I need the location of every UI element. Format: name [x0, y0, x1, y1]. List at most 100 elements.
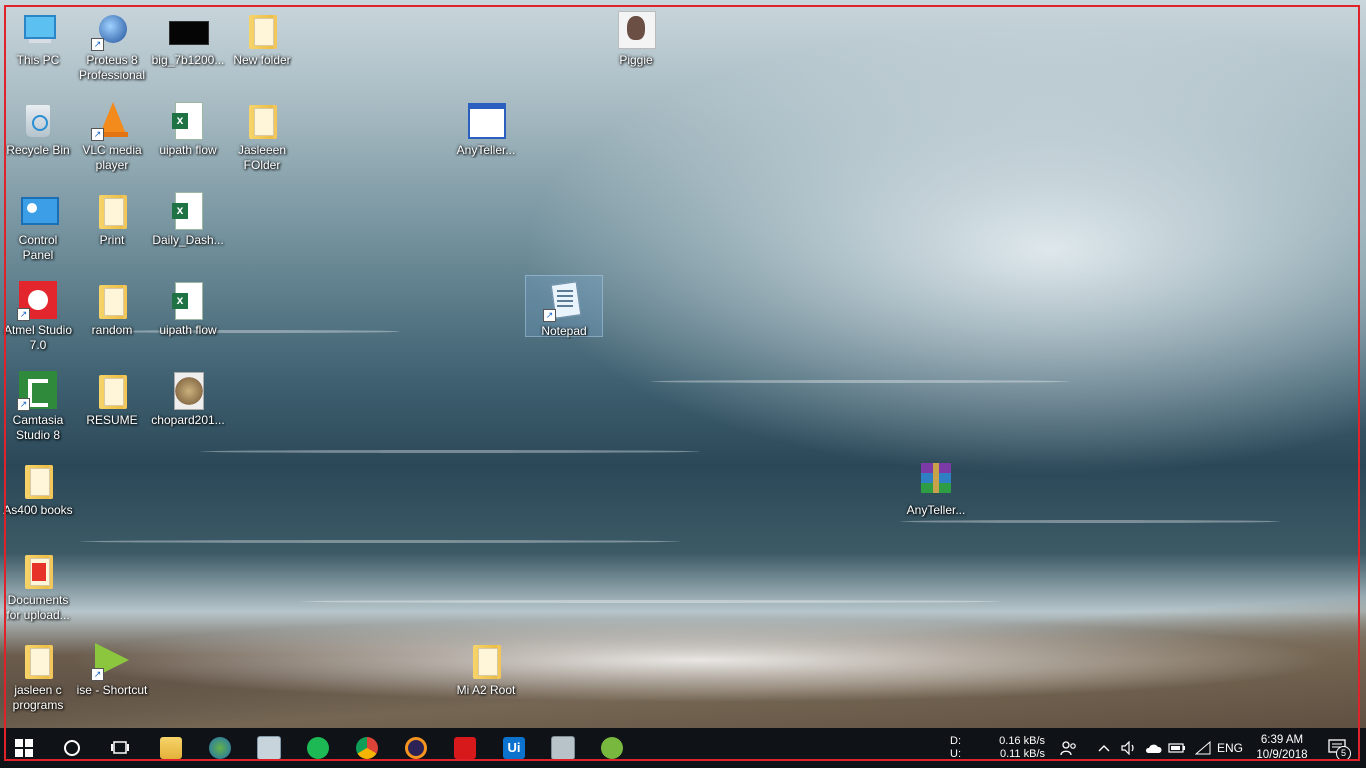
acrobat-button[interactable]	[441, 728, 489, 768]
winrar-archive-icon	[915, 459, 957, 501]
cortana-button[interactable]	[48, 728, 96, 768]
jasleen-c-programs-folder[interactable]: jasleen c programs	[0, 635, 76, 713]
utorrent-icon	[601, 737, 623, 759]
pdf-folder-icon	[17, 549, 59, 591]
network-app-button[interactable]	[539, 728, 587, 768]
documents-for-upload-folder[interactable]: Documents for upload...	[0, 545, 76, 623]
resume-folder[interactable]: RESUME	[74, 365, 150, 428]
utorrent-button[interactable]	[588, 728, 636, 768]
piggie-image-icon[interactable]: Piggie	[598, 5, 674, 68]
uipath-flow-excel-icon[interactable]: uipath flow	[150, 95, 226, 158]
csv-icon	[167, 279, 209, 321]
network-app-icon	[551, 736, 575, 760]
ise-chevron-icon: ↗	[91, 639, 133, 681]
excel-icon	[167, 99, 209, 141]
atmel-ladybug-icon: ↗	[17, 279, 59, 321]
atmel-studio-icon[interactable]: ↗ Atmel Studio 7.0	[0, 275, 76, 353]
show-hidden-icons-button[interactable]	[1094, 728, 1114, 768]
folder-icon	[17, 459, 59, 501]
monitor-app-icon	[257, 736, 281, 760]
chopard-image-icon[interactable]: chopard201...	[150, 365, 226, 428]
folder-icon	[91, 189, 133, 231]
people-button[interactable]	[1057, 728, 1081, 768]
notification-count-badge: 5	[1336, 746, 1351, 761]
pdf-reader-icon	[454, 737, 476, 759]
proteus-icon[interactable]: ↗ Proteus 8 Professional	[74, 5, 150, 83]
spotify-button[interactable]	[294, 728, 342, 768]
speaker-icon	[1121, 741, 1134, 755]
cloud-icon	[1145, 744, 1162, 753]
start-button[interactable]	[0, 728, 48, 768]
desktop-background: This PC Recycle Bin Control Panel ↗ Atmel…	[0, 0, 1366, 728]
idm-button[interactable]	[196, 728, 244, 768]
taskbar: Ui D: U: 0.16 kB/s 0.11 kB/s ENG 6:39 AM	[0, 728, 1366, 768]
print-folder[interactable]: Print	[74, 185, 150, 248]
proteus-globe-icon: ↗	[91, 9, 133, 51]
spotify-icon	[307, 737, 329, 759]
notepad-glyph-icon: ↗	[543, 280, 585, 322]
input-language-button[interactable]: ENG	[1214, 728, 1246, 768]
folder-icon	[241, 99, 283, 141]
action-center-button[interactable]: 5	[1318, 728, 1358, 768]
uipath-button[interactable]: Ui	[490, 728, 538, 768]
people-icon	[1060, 741, 1076, 756]
mi-a2-root-folder[interactable]: Mi A2 Root	[448, 635, 524, 698]
folder-icon	[91, 279, 133, 321]
system-app-button[interactable]	[245, 728, 293, 768]
chrome-button[interactable]	[343, 728, 391, 768]
task-view-button[interactable]	[96, 728, 144, 768]
anyteller-archive-icon[interactable]: AnyTeller...	[898, 455, 974, 518]
battery-icon	[1168, 743, 1185, 753]
onedrive-button[interactable]	[1142, 728, 1164, 768]
random-folder[interactable]: random	[74, 275, 150, 338]
uipath-flow-csv-icon[interactable]: uipath flow	[150, 275, 226, 338]
vlc-icon[interactable]: ↗ VLC media player	[74, 95, 150, 173]
folder-icon	[91, 369, 133, 411]
notepad-icon[interactable]: ↗ Notepad	[525, 275, 603, 338]
eclipse-icon	[405, 737, 427, 759]
excel-icon	[167, 189, 209, 231]
camtasia-icon[interactable]: ↗ Camtasia Studio 8	[0, 365, 76, 443]
net-meter-labels: D: U:	[950, 735, 961, 760]
clock-button[interactable]: 6:39 AM 10/9/2018	[1250, 728, 1314, 768]
photo-thumbnail-icon	[615, 9, 657, 51]
computer-icon	[17, 9, 59, 51]
this-pc-icon[interactable]: This PC	[0, 5, 76, 68]
application-window-icon	[465, 99, 507, 141]
cortana-circle-icon	[64, 740, 80, 756]
as400-books-folder[interactable]: As400 books	[0, 455, 76, 518]
control-panel-icon[interactable]: Control Panel	[0, 185, 76, 263]
file-explorer-button[interactable]	[147, 728, 195, 768]
folder-icon	[241, 9, 283, 51]
vlc-cone-icon: ↗	[91, 99, 133, 141]
image-thumbnail-icon	[167, 369, 209, 411]
control-panel-glyph-icon	[17, 189, 59, 231]
volume-button[interactable]	[1118, 728, 1140, 768]
battery-button[interactable]	[1166, 728, 1188, 768]
wifi-icon	[1195, 741, 1211, 755]
daily-dash-excel-icon[interactable]: Daily_Dash...	[150, 185, 226, 248]
uipath-icon: Ui	[503, 737, 525, 759]
chrome-icon	[356, 737, 378, 759]
ise-shortcut-icon[interactable]: ↗ ise - Shortcut	[74, 635, 150, 698]
new-folder[interactable]: New folder	[224, 5, 300, 68]
jasleen-folder[interactable]: Jasleeen FOlder	[224, 95, 300, 173]
clock-time: 6:39 AM	[1260, 734, 1304, 746]
windows-logo-icon	[15, 739, 33, 757]
download-manager-icon	[209, 737, 231, 759]
camtasia-glyph-icon: ↗	[17, 369, 59, 411]
chevron-up-icon	[1098, 745, 1110, 752]
wifi-button[interactable]	[1192, 728, 1214, 768]
image-file-icon	[167, 9, 209, 51]
task-view-icon	[111, 741, 129, 754]
big-file-icon[interactable]: big_7b1200...	[150, 5, 226, 68]
recycle-bin-icon[interactable]: Recycle Bin	[0, 95, 76, 158]
clock-date: 10/9/2018	[1256, 749, 1308, 761]
net-meter-values: 0.16 kB/s 0.11 kB/s	[999, 735, 1045, 760]
folder-icon	[17, 639, 59, 681]
anyteller-window-icon[interactable]: AnyTeller...	[448, 95, 524, 158]
folder-icon	[465, 639, 507, 681]
trash-icon	[17, 99, 59, 141]
file-explorer-icon	[160, 737, 182, 759]
eclipse-button[interactable]	[392, 728, 440, 768]
